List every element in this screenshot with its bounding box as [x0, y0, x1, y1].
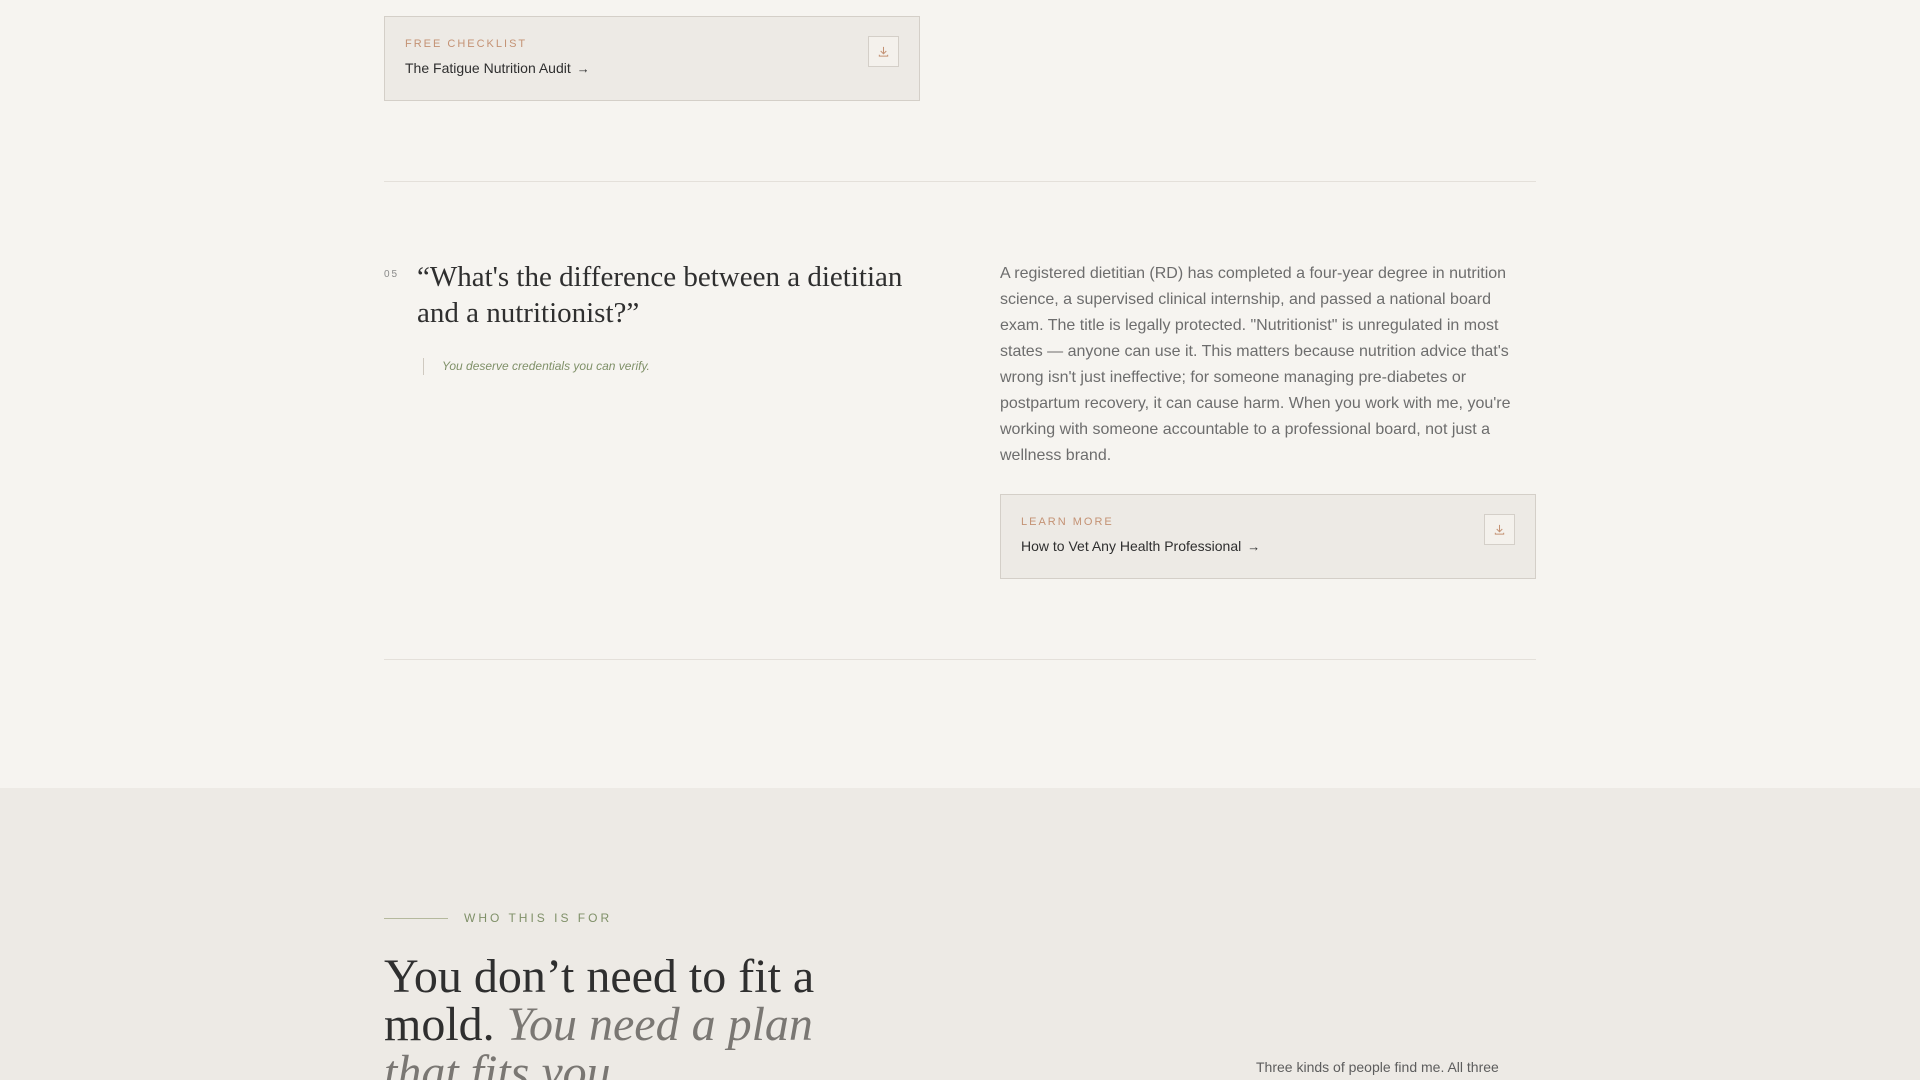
who-section-intro: Three kinds of people find me. All three: [1256, 1059, 1499, 1075]
faq-question: “What's the difference between a dietiti…: [417, 261, 903, 329]
checklist-card-link[interactable]: The Fatigue Nutrition Audit →: [405, 60, 590, 76]
faq-item-number: 05: [384, 269, 400, 280]
arrow-right-icon: →: [576, 61, 590, 76]
who-section-heading: You don’t need to fit a mold. You need a…: [384, 953, 884, 1080]
checklist-resource-card[interactable]: FREE CHECKLIST The Fatigue Nutrition Aud…: [384, 16, 920, 101]
faq-pull-quote: You deserve credentials you can verify.: [423, 358, 650, 375]
eyebrow-label: WHO THIS IS FOR: [464, 911, 613, 925]
learn-more-card-title: How to Vet Any Health Professional: [1021, 538, 1242, 554]
checklist-card-title: The Fatigue Nutrition Audit: [405, 60, 571, 76]
checklist-card-label: FREE CHECKLIST: [405, 38, 528, 50]
arrow-right-icon: →: [1247, 539, 1261, 554]
learn-more-card-link[interactable]: How to Vet Any Health Professional →: [1021, 538, 1260, 554]
page: FREE CHECKLIST The Fatigue Nutrition Aud…: [0, 0, 1920, 1080]
download-icon: [878, 46, 889, 57]
faq-answer: A registered dietitian (RD) has complete…: [1000, 265, 1511, 464]
download-icon: [1494, 524, 1505, 535]
section-divider: [384, 659, 1536, 660]
learn-more-card-label: LEARN MORE: [1021, 516, 1114, 528]
section-eyebrow: WHO THIS IS FOR: [384, 911, 612, 925]
learn-more-download-button[interactable]: [1484, 514, 1515, 545]
eyebrow-rule: [384, 917, 448, 919]
section-divider: [384, 181, 1536, 182]
checklist-download-button[interactable]: [868, 36, 899, 67]
who-this-is-for-section: [0, 788, 1920, 1080]
learn-more-resource-card[interactable]: LEARN MORE How to Vet Any Health Profess…: [1000, 494, 1536, 579]
